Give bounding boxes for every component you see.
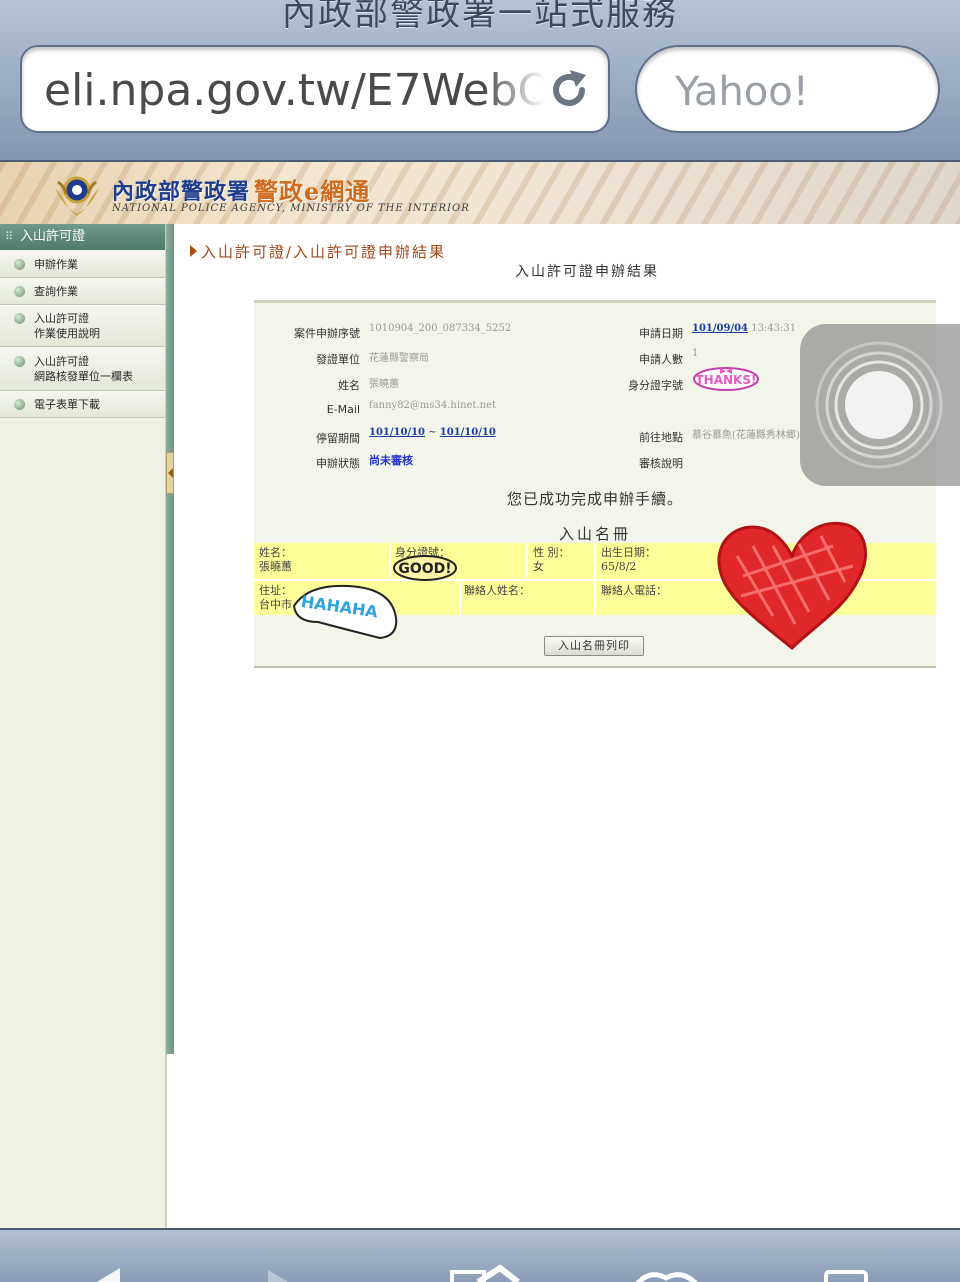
sidebar-item-forms-download[interactable]: 電子表單下載 [0, 391, 165, 418]
good-sticker: GOOD! [393, 555, 457, 581]
destination-value: 慕谷慕魚(花蓮縣秀林鄉) [692, 430, 800, 441]
id-number-label: 身分證字號 [628, 379, 683, 392]
name-value: 張曉蕙 [369, 379, 399, 390]
issuer-label: 發證單位 [316, 353, 360, 366]
applicants-value: 1 [692, 348, 699, 359]
name-label: 姓名 [338, 379, 360, 392]
bullet-icon [14, 356, 25, 367]
portal-name[interactable]: 警政e網通 [254, 172, 370, 207]
sidebar-item-sublabel: 網路核發單位一欄表 [34, 370, 133, 383]
apply-time: 13:43:31 [751, 323, 797, 334]
sidebar-item-sublabel: 作業使用說明 [34, 327, 100, 340]
breadcrumb: 入山許可證/入山許可證申辦結果 [190, 241, 446, 262]
thanks-sticker: THANKS! [693, 367, 759, 391]
roster-contact-phone-label: 聯絡人電話： [601, 584, 667, 597]
roster-gender-label: 性 別： [533, 546, 570, 559]
roster-name-value: 張曉蕙 [259, 560, 292, 573]
url-field[interactable]: eli.npa.gov.tw/E7WebO/i [20, 45, 610, 133]
heart-sticker [717, 521, 868, 651]
share-icon[interactable] [448, 1264, 526, 1282]
sidebar-item-issuing-units[interactable]: 入山許可證 網路核發單位一欄表 [0, 347, 165, 391]
roster-col-divider [526, 543, 528, 579]
roster-col-divider [459, 581, 461, 615]
roster-gender-cell: 性 別： 女 [533, 546, 570, 574]
roster-col-divider [594, 543, 596, 615]
bullet-icon [14, 286, 25, 297]
apply-date-link[interactable]: 101/09/04 [692, 323, 748, 334]
sidebar: 入山許可證 申辦作業 查詢作業 入山許可證 作業使用說明 入山許可證 網路核發單… [0, 224, 167, 1230]
sidebar-divider [166, 224, 174, 1054]
roster-contact-name-label: 聯絡人姓名： [464, 584, 530, 597]
breadcrumb-text: 入山許可證/入山許可證申辦結果 [201, 243, 447, 261]
case-no-value: 1010904_200_087334_5252 [369, 323, 512, 334]
roster-dob-label: 出生日期： [601, 546, 656, 559]
email-label: E-Mail [326, 403, 360, 416]
roster-gender-value: 女 [533, 560, 544, 573]
stay-period-value: 101/10/10 ~ 101/10/10 [369, 427, 496, 438]
roster-dob-value: 65/8/2 [601, 560, 637, 573]
sidebar-header[interactable]: 入山許可證 [0, 224, 165, 250]
search-field[interactable]: Yahoo! [635, 45, 940, 133]
sidebar-item-apply[interactable]: 申辦作業 [0, 251, 165, 278]
site-header: 內政部警政署 NATIONAL POLICE AGENCY, MINISTRY … [0, 162, 960, 224]
email-value: fanny82@ms34.hinet.net [369, 400, 497, 411]
url-text: eli.npa.gov.tw/E7WebO/i [44, 65, 544, 116]
roster-col-divider [389, 543, 391, 579]
page-title: 內政部警政署一站式服務 [282, 0, 678, 34]
arrow-icon [190, 245, 197, 257]
issuer-value: 花蓮縣警察局 [369, 353, 429, 364]
sidebar-item-label: 查詢作業 [34, 285, 78, 298]
roster-contact-phone-cell: 聯絡人電話： [601, 584, 667, 598]
sidebar-item-query[interactable]: 查詢作業 [0, 278, 165, 305]
sidebar-collapse-toggle[interactable] [166, 452, 174, 494]
search-placeholder: Yahoo! [675, 69, 809, 115]
browser-top-bar: 內政部警政署一站式服務 eli.npa.gov.tw/E7WebO/i Yaho… [0, 0, 960, 162]
apply-date-label: 申請日期 [639, 327, 683, 340]
review-note-label: 審核說明 [639, 457, 683, 470]
bullet-icon [14, 259, 25, 270]
apply-date-value: 101/09/04 13:43:31 [692, 323, 796, 334]
browser-bottom-toolbar [0, 1228, 960, 1282]
stay-separator: ~ [428, 427, 437, 438]
status-label: 申辦狀態 [316, 457, 360, 470]
sidebar-item-label: 電子表單下載 [34, 398, 100, 411]
good-sticker-text: GOOD! [398, 561, 451, 577]
roster-contact-name-cell: 聯絡人姓名： [464, 584, 530, 598]
destination-label: 前往地點 [639, 431, 683, 444]
sidebar-item-label: 入山許可證 [34, 355, 89, 368]
sidebar-item-label: 申辦作業 [34, 258, 78, 271]
sidebar-item-label: 入山許可證 [34, 312, 89, 325]
bullet-icon [14, 313, 25, 324]
stay-from-date[interactable]: 101/10/10 [369, 427, 425, 438]
assistive-touch-button[interactable] [800, 324, 960, 486]
status-value: 尚未審核 [369, 454, 413, 467]
hahaha-sticker: HAHAHA [292, 584, 398, 640]
sidebar-item-manual[interactable]: 入山許可證 作業使用說明 [0, 305, 165, 347]
roster-dob-cell: 出生日期： 65/8/2 [601, 546, 656, 574]
police-emblem-icon [55, 176, 99, 216]
success-message: 您已成功完成申辦手續。 [506, 490, 683, 508]
bullet-icon [14, 399, 25, 410]
stay-to-date[interactable]: 101/10/10 [440, 427, 496, 438]
roster-name-cell: 姓名： 張曉蕙 [259, 546, 292, 574]
site-name[interactable]: 內政部警政署 [112, 174, 250, 206]
reload-icon[interactable] [546, 67, 592, 113]
thanks-sticker-text: THANKS! [696, 373, 757, 387]
roster-name-label: 姓名： [259, 546, 292, 559]
stay-period-label: 停留期間 [316, 432, 360, 445]
print-roster-button[interactable]: 入山名冊列印 [544, 636, 644, 656]
case-no-label: 案件申辦序號 [294, 327, 360, 340]
applicants-label: 申請人數 [639, 353, 683, 366]
result-title: 入山許可證申辦結果 [515, 264, 659, 280]
assistive-touch-icon [815, 341, 943, 469]
